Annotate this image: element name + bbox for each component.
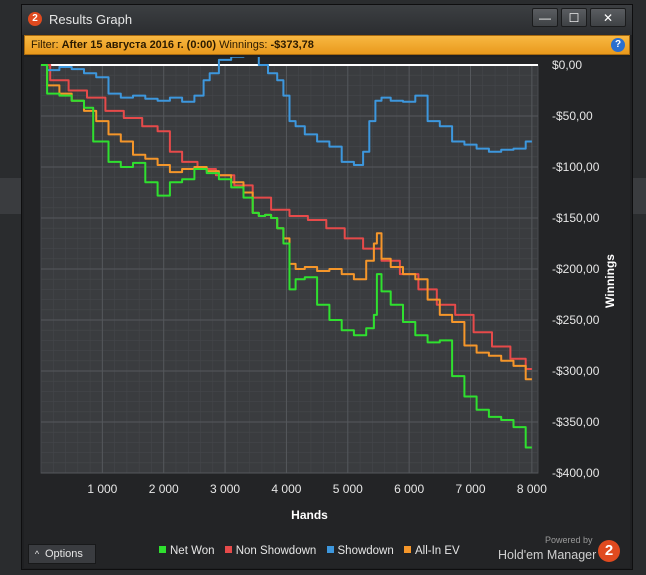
y-tick-label: -$400,00 bbox=[552, 466, 600, 480]
hm2-logo: 2 bbox=[598, 540, 620, 562]
legend-item-non-showdown[interactable]: Non Showdown bbox=[224, 545, 317, 557]
results-graph-window: 2 Results Graph — ☐ ✕ Filter: After 15 а… bbox=[21, 4, 633, 570]
x-tick-label: 3 000 bbox=[210, 482, 240, 496]
window-title: Results Graph bbox=[49, 12, 133, 27]
maximize-button[interactable]: ☐ bbox=[561, 8, 587, 27]
y-tick-label: -$50,00 bbox=[552, 109, 593, 123]
hm2-app-icon: 2 bbox=[28, 12, 42, 26]
legend-item-all-in-ev[interactable]: All-In EV bbox=[403, 545, 460, 557]
winnings-label: Winnings: bbox=[219, 39, 268, 51]
legend-swatch bbox=[159, 546, 166, 554]
options-button[interactable]: ^ Options bbox=[28, 544, 96, 564]
options-label: Options bbox=[45, 548, 83, 560]
y-axis-label: Winnings bbox=[603, 254, 617, 308]
background-panel-strip bbox=[633, 178, 646, 214]
brand-name: Hold'em Manager bbox=[498, 548, 597, 562]
powered-by-text: Powered by bbox=[545, 535, 593, 545]
legend-label: All-In EV bbox=[414, 545, 460, 557]
help-icon[interactable]: ? bbox=[611, 38, 625, 52]
x-tick-label: 4 000 bbox=[271, 482, 301, 496]
x-tick-label: 8 000 bbox=[517, 482, 547, 496]
filter-prefix: Filter: bbox=[31, 39, 59, 51]
legend-label: Net Won bbox=[170, 545, 215, 557]
y-tick-label: -$250,00 bbox=[552, 313, 600, 327]
legend-label: Showdown bbox=[337, 545, 394, 557]
x-tick-label: 7 000 bbox=[455, 482, 485, 496]
x-tick-label: 2 000 bbox=[149, 482, 179, 496]
y-tick-label: -$100,00 bbox=[552, 160, 600, 174]
chevron-up-icon: ^ bbox=[34, 549, 40, 559]
close-button[interactable]: ✕ bbox=[590, 8, 626, 27]
y-tick-label: -$150,00 bbox=[552, 211, 600, 225]
legend-swatch bbox=[403, 546, 411, 554]
legend-item-showdown[interactable]: Showdown bbox=[326, 545, 394, 557]
filter-value: After 15 августа 2016 г. (0:00) bbox=[61, 39, 217, 51]
y-tick-label: $0,00 bbox=[552, 58, 582, 72]
x-axis-label: Hands bbox=[291, 508, 328, 522]
x-tick-label: 5 000 bbox=[333, 482, 363, 496]
x-tick-label: 6 000 bbox=[394, 482, 424, 496]
plot-area: 1 000 2 000 3 000 4 000 5 000 6 000 7 000 8 000… bbox=[24, 57, 630, 532]
background-panel-strip bbox=[0, 178, 21, 214]
x-tick-label: 1 000 bbox=[87, 482, 117, 496]
title-bar[interactable]: 2 Results Graph — ☐ ✕ bbox=[22, 5, 632, 35]
filter-bar[interactable]: Filter: After 15 августа 2016 г. (0:00) … bbox=[24, 35, 630, 55]
minimize-button[interactable]: — bbox=[532, 8, 558, 27]
y-tick-label: -$200,00 bbox=[552, 262, 600, 276]
legend-swatch bbox=[326, 546, 334, 554]
bottom-bar: ^ Options Net Won Non Showdown Showdown A… bbox=[24, 532, 630, 568]
y-tick-label: -$350,00 bbox=[552, 415, 600, 429]
legend-label: Non Showdown bbox=[235, 545, 317, 557]
results-chart: 1 000 2 000 3 000 4 000 5 000 6 000 7 000 8 000… bbox=[40, 57, 617, 522]
legend-swatch bbox=[224, 546, 232, 554]
chart-legend: Net Won Non Showdown Showdown All-In EV bbox=[159, 545, 467, 557]
winnings-value: -$373,78 bbox=[270, 39, 314, 51]
legend-item-net-won[interactable]: Net Won bbox=[159, 545, 215, 557]
y-tick-label: -$300,00 bbox=[552, 364, 600, 378]
